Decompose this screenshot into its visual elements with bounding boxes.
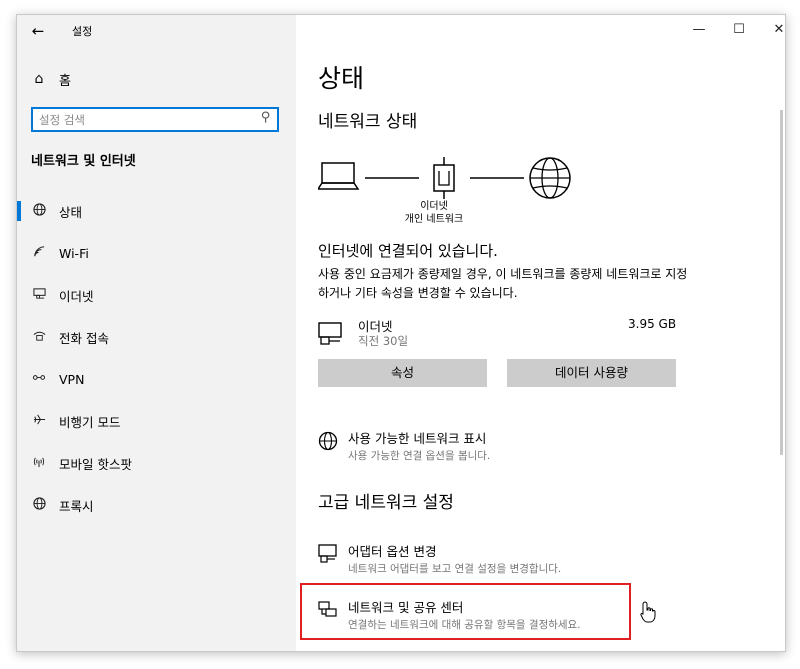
sidebar-item-label: 모바일 핫스팟 [59,456,132,472]
sharing-center-desc: 연결하는 네트워크에 대해 공유할 항목을 결정하세요. [348,619,581,631]
section-title: 네트워크 및 인터넷 [31,154,136,169]
sidebar-item-status[interactable]: 상태 [17,198,296,224]
sidebar-item-dialup[interactable]: 전화 접속 [17,324,296,350]
sharing-center-link[interactable]: 네트워크 및 공유 센터 연결하는 네트워크에 대해 공유할 항목을 결정하세요… [318,597,628,631]
laptop-icon [318,162,360,190]
globe-icon [318,431,338,455]
proxy-globe-icon [31,497,47,513]
vpn-icon [31,371,47,387]
sidebar-item-ethernet[interactable]: 이더넷 [17,282,296,308]
sidebar-item-label: 상태 [59,204,83,220]
show-networks-title: 사용 가능한 네트워크 표시 [348,431,487,446]
settings-window: ← 설정 ⌂ 홈 ⚲ 네트워크 및 인터넷 상태 Wi-Fi [16,14,786,652]
sidebar-item-vpn[interactable]: VPN [17,366,296,392]
sharing-center-icon [318,600,338,624]
adapter-options-link[interactable]: 어댑터 옵션 변경 네트워크 어댑터를 보고 연결 설정을 변경합니다. [318,541,628,575]
main-content: — ☐ ✕ 상태 네트워크 상태 이더넷 개인 네트워크 인터넷에 연결되어 있… [296,15,785,651]
sidebar-item-wifi[interactable]: Wi-Fi [17,240,296,266]
globe-icon [31,203,47,219]
maximize-button[interactable]: ☐ [719,19,759,41]
home-label: 홈 [59,73,71,89]
window-title: 설정 [72,25,93,38]
sidebar-item-label: VPN [59,371,85,387]
search-box[interactable]: ⚲ [31,107,279,132]
ethernet-period: 직전 30일 [358,334,409,348]
sidebar-item-airplane[interactable]: 비행기 모드 [17,408,296,434]
adapter-options-desc: 네트워크 어댑터를 보고 연결 설정을 변경합니다. [348,563,562,575]
ethernet-adapter-icon [433,157,455,199]
search-icon[interactable]: ⚲ [261,110,271,125]
hand-cursor-icon [640,601,656,627]
properties-button[interactable]: 속성 [318,359,487,387]
adapter-monitor-icon [318,544,338,568]
internet-globe-icon [529,157,571,199]
ethernet-icon [31,287,47,303]
minimize-button[interactable]: — [679,19,719,41]
diagram-caption: 이더넷 개인 네트워크 [394,200,474,226]
connection-status-desc: 사용 중인 요금제가 종량제일 경우, 이 네트워크를 종량제 네트워크로 지정… [318,267,688,300]
home-link[interactable]: ⌂ 홈 [31,68,71,90]
airplane-icon [31,413,47,429]
dialup-icon [31,329,47,345]
ethernet-data-size: 3.95 GB [628,317,677,331]
data-usage-button[interactable]: 데이터 사용량 [507,359,676,387]
home-icon: ⌂ [34,71,44,87]
ethernet-monitor-icon [318,322,346,350]
connection-status-title: 인터넷에 연결되어 있습니다. [318,242,498,260]
sidebar-item-label: 이더넷 [59,288,94,304]
show-networks-desc: 사용 가능한 연결 옵션을 봅니다. [348,450,491,462]
back-button[interactable]: ← [25,21,51,41]
sharing-center-title: 네트워크 및 공유 센터 [348,600,464,615]
hotspot-icon [31,455,47,471]
sidebar-item-proxy[interactable]: 프록시 [17,492,296,518]
sidebar-item-label: Wi-Fi [59,245,89,261]
adapter-options-title: 어댑터 옵션 변경 [348,544,437,559]
network-status-heading: 네트워크 상태 [318,112,418,132]
diagram-caption-line: 개인 네트워크 [404,214,464,225]
diagram-caption-line: 이더넷 [420,201,448,212]
scrollbar[interactable] [780,110,783,455]
sidebar-item-label: 전화 접속 [59,330,109,346]
sidebar-item-label: 비행기 모드 [59,414,121,430]
sidebar-item-label: 프록시 [59,498,94,514]
close-button[interactable]: ✕ [759,19,785,41]
sidebar-item-hotspot[interactable]: 모바일 핫스팟 [17,450,296,476]
wifi-icon [31,245,47,261]
search-input[interactable] [39,112,249,128]
page-title: 상태 [318,64,365,93]
advanced-settings-heading: 고급 네트워크 설정 [318,493,454,513]
sidebar: ← 설정 ⌂ 홈 ⚲ 네트워크 및 인터넷 상태 Wi-Fi [17,15,296,651]
show-networks-link[interactable]: 사용 가능한 네트워크 표시 사용 가능한 연결 옵션을 봅니다. [318,428,618,462]
